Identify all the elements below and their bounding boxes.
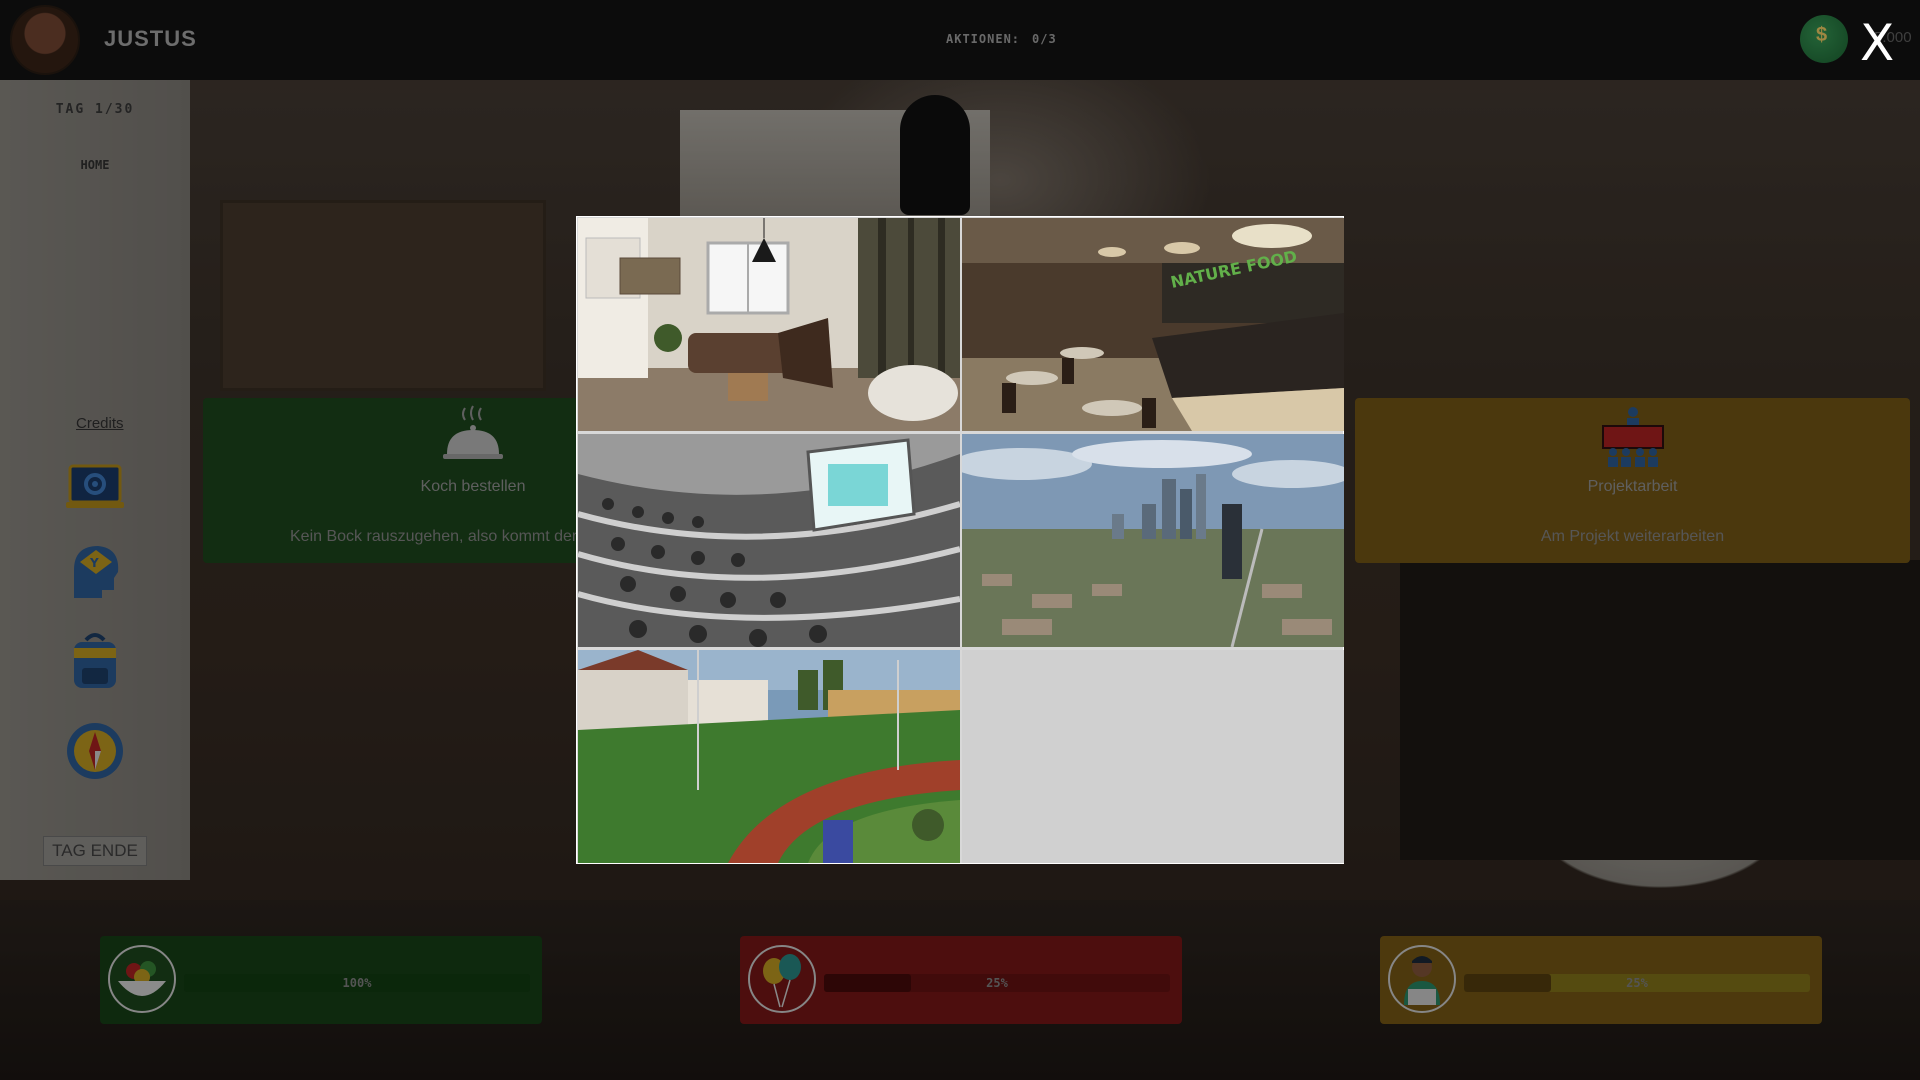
- sports-field-photo: [578, 650, 960, 863]
- lecture-hall-photo: [578, 434, 960, 647]
- city-skyline-photo: [962, 434, 1344, 647]
- location-tile-city-skyline[interactable]: [962, 434, 1344, 647]
- close-button[interactable]: X: [1860, 18, 1894, 68]
- location-modal: NATURE FOOD: [576, 216, 1344, 864]
- location-tile-living-room[interactable]: [578, 218, 960, 431]
- living-room-photo: [578, 218, 960, 431]
- empty-tile-slot: [962, 650, 1344, 863]
- location-tile-sports-field[interactable]: [578, 650, 960, 863]
- food-court-photo: NATURE FOOD: [962, 218, 1344, 431]
- location-tile-lecture-hall[interactable]: [578, 434, 960, 647]
- location-tile-food-court[interactable]: NATURE FOOD: [962, 218, 1344, 431]
